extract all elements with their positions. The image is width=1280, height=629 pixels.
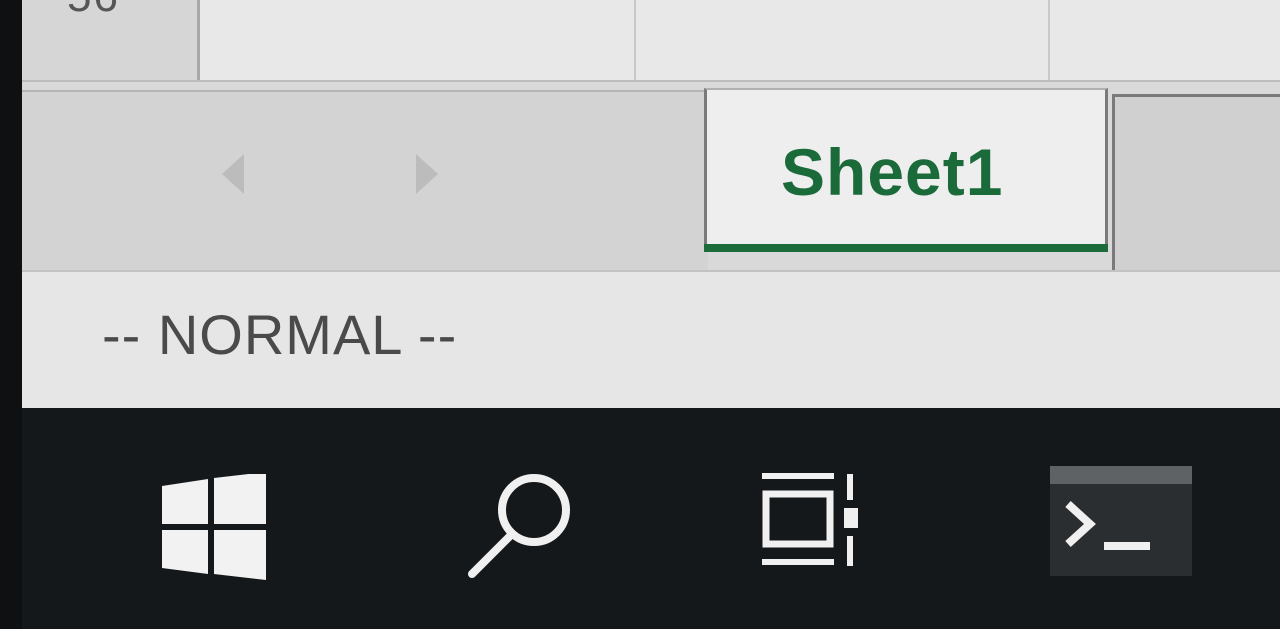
grid-row: 56 bbox=[22, 0, 1280, 82]
terminal-icon[interactable] bbox=[1050, 466, 1192, 576]
search-icon[interactable] bbox=[462, 472, 582, 582]
windows-start-icon[interactable] bbox=[158, 472, 270, 580]
sheet-navigation bbox=[22, 90, 708, 272]
mode-indicator: -- NORMAL -- bbox=[102, 303, 458, 366]
tab-sheet1[interactable]: Sheet1 bbox=[704, 88, 1108, 252]
sheet-tab-bar: Sheet1 bbox=[22, 82, 1280, 272]
spreadsheet-window: 56 Sheet1 -- NORMAL -- bbox=[22, 0, 1280, 410]
status-bar: -- NORMAL -- bbox=[22, 270, 1280, 410]
row-header[interactable]: 56 bbox=[22, 0, 200, 80]
row-number: 56 bbox=[67, 0, 120, 22]
sheet-tab-label: Sheet1 bbox=[781, 135, 1004, 209]
column-divider bbox=[1048, 0, 1050, 80]
taskbar bbox=[22, 408, 1280, 629]
active-tab-indicator bbox=[704, 244, 1108, 252]
monitor-bezel bbox=[0, 0, 22, 629]
previous-sheet-arrow-icon[interactable] bbox=[222, 154, 244, 194]
task-view-icon[interactable] bbox=[758, 470, 868, 570]
tab-bar-empty-area bbox=[1112, 94, 1280, 270]
screen: 56 Sheet1 -- NORMAL -- bbox=[0, 0, 1280, 629]
column-divider bbox=[634, 0, 636, 80]
next-sheet-arrow-icon[interactable] bbox=[416, 154, 438, 194]
